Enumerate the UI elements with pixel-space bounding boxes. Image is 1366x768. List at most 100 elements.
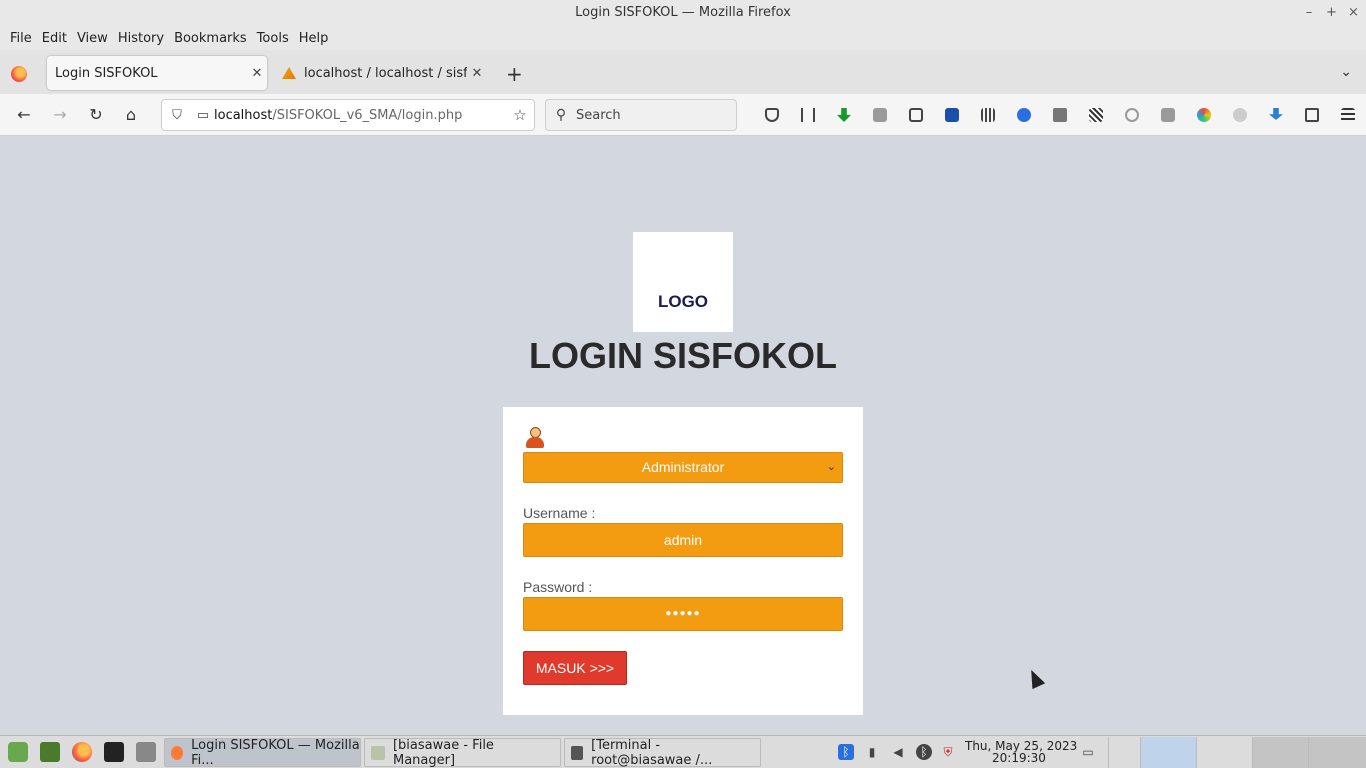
password-label: Password : [523, 579, 593, 595]
mint-menu-icon[interactable] [8, 742, 28, 762]
toggle-icon[interactable] [1222, 104, 1258, 126]
back-icon[interactable]: ← [13, 104, 35, 126]
network-signal-icon[interactable]: ▮ [864, 744, 880, 760]
password-field[interactable]: ●●●●● [523, 597, 843, 631]
volume-icon[interactable]: ◀ [890, 744, 906, 760]
fence-icon[interactable] [970, 104, 1006, 126]
new-tab-icon[interactable]: + [506, 62, 523, 86]
task-label: [Terminal - root@biasawae /... [591, 737, 713, 768]
minimize-icon[interactable]: – [1304, 0, 1314, 26]
zoom-z-icon[interactable] [1006, 104, 1042, 126]
extension-gray-icon[interactable] [862, 104, 898, 126]
url-bar[interactable]: ⛉ ▭ localhost/SISFOKOL_v6_SMA/login.php … [161, 99, 535, 131]
menubar: File Edit View History Bookmarks Tools H… [0, 26, 1366, 50]
downloads-icon[interactable] [1258, 104, 1294, 126]
menu-file[interactable]: File [5, 31, 37, 46]
task-label: Login SISFOKOL — Mozilla Fi... [191, 737, 360, 768]
chevron-down-icon: ⌄ [826, 461, 836, 473]
close-icon[interactable]: × [1348, 0, 1359, 26]
menu-edit[interactable]: Edit [37, 31, 72, 46]
library-icon[interactable] [790, 104, 826, 126]
taskbar: Login SISFOKOL — Mozilla Fi... [biasawae… [0, 735, 1366, 768]
page-content: LOGO LOGIN SISFOKOL Administrator ⌄ User… [0, 137, 1366, 735]
qr-code-icon[interactable] [1078, 104, 1114, 126]
window-titlebar: Login SISFOKOL — Mozilla Firefox – + × [0, 0, 1366, 26]
search-icon: ⚲ [555, 107, 567, 123]
colorful-extension-icon[interactable] [1186, 104, 1222, 126]
workspace-4[interactable] [1308, 737, 1366, 768]
forward-icon[interactable]: → [49, 104, 71, 126]
tab-label: Login SISFOKOL [55, 65, 158, 81]
menu-help[interactable]: Help [294, 31, 334, 46]
shield-icon[interactable]: ⛉ [162, 108, 192, 123]
logo-text: LOGO [657, 292, 709, 311]
url-host: localhost [214, 107, 273, 123]
home-icon[interactable]: ⌂ [120, 104, 142, 126]
file-manager-launcher-icon[interactable] [136, 742, 156, 762]
window-title: Login SISFOKOL — Mozilla Firefox [575, 5, 791, 20]
reader-icon[interactable] [898, 104, 934, 126]
firefox-launcher-icon[interactable] [72, 742, 92, 762]
url-text[interactable]: localhost/SISFOKOL_v6_SMA/login.php [214, 108, 506, 123]
extension-menu-icon[interactable] [1150, 104, 1186, 126]
task-firefox[interactable]: Login SISFOKOL — Mozilla Fi... [164, 737, 361, 768]
user-icon [525, 427, 545, 449]
login-form: Administrator ⌄ Username : admin Passwor… [503, 407, 863, 715]
mouse-cursor-icon [1024, 666, 1046, 690]
firefox-icon [171, 745, 184, 760]
username-field[interactable]: admin [523, 523, 843, 557]
maximize-icon[interactable]: + [1326, 0, 1337, 26]
terminal-launcher-icon[interactable] [104, 742, 124, 762]
bluetooth-icon[interactable]: ᛒ [838, 744, 854, 760]
task-terminal[interactable]: [Terminal - root@biasawae /... [564, 737, 761, 768]
reload-icon[interactable]: ↻ [85, 104, 107, 126]
search-input[interactable] [576, 107, 726, 123]
tray-disabled-icon[interactable] [1108, 737, 1140, 768]
window-controls: – + × [1304, 0, 1359, 26]
page-info-icon[interactable]: ▭ [192, 108, 214, 123]
menu-tools[interactable]: Tools [252, 31, 294, 46]
page-title: LOGIN SISFOKOL [528, 335, 837, 376]
menu-history[interactable]: History [113, 31, 169, 46]
extensions-puzzle-icon[interactable] [1294, 104, 1330, 126]
menu-bookmarks[interactable]: Bookmarks [169, 31, 252, 46]
menu-view[interactable]: View [72, 31, 113, 46]
tab-close-icon[interactable]: ✕ [247, 66, 267, 81]
url-path: /SISFOKOL_v6_SMA/login.php [272, 107, 463, 123]
phpmyadmin-icon [282, 67, 296, 79]
workspace-settings-icon[interactable] [1196, 737, 1252, 768]
username-label: Username : [523, 505, 596, 521]
logo: LOGO [633, 232, 733, 332]
toolbar-extensions [754, 104, 1366, 126]
pocket-icon[interactable] [754, 104, 790, 126]
bookmark-star-icon[interactable]: ☆ [506, 106, 534, 124]
download-blue-icon[interactable] [934, 104, 970, 126]
workspace-3[interactable] [1252, 737, 1308, 768]
clock[interactable]: Thu, May 25, 2023 20:19:30 [965, 740, 1077, 764]
show-desktop-icon[interactable] [40, 742, 60, 762]
security-alert-icon[interactable]: ⛨ [940, 744, 956, 760]
globe-icon[interactable] [1114, 104, 1150, 126]
task-file-manager[interactable]: [biasawae - File Manager] [364, 738, 561, 768]
lock-icon[interactable] [1042, 104, 1078, 126]
tab-login[interactable]: Login SISFOKOL ✕ [47, 56, 267, 90]
battery-icon[interactable]: ▭ [1080, 744, 1096, 760]
submit-button[interactable]: MASUK >>> [523, 651, 627, 685]
tab-close-icon[interactable]: ✕ [467, 66, 487, 81]
role-select[interactable]: Administrator ⌄ [523, 452, 843, 483]
bluetooth-status-icon[interactable]: ᛒ [916, 744, 932, 760]
role-select-value: Administrator [641, 459, 725, 475]
tab-label: localhost / localhost / sisfokol [304, 65, 467, 81]
file-manager-icon [371, 745, 385, 760]
firefox-icon [11, 66, 27, 82]
clock-time: 20:19:30 [992, 751, 1046, 765]
navigation-toolbar: ← → ↻ ⌂ ⛉ ▭ localhost/SISFOKOL_v6_SMA/lo… [0, 94, 1366, 136]
list-tabs-chevron-icon[interactable]: ⌄ [1340, 64, 1352, 80]
tab-bar: Login SISFOKOL ✕ localhost / localhost /… [0, 50, 1366, 94]
hamburger-menu-icon[interactable] [1330, 104, 1366, 126]
download-green-icon[interactable] [826, 104, 862, 126]
workspace-firefox[interactable] [1140, 737, 1196, 768]
terminal-icon [571, 745, 584, 760]
search-bar[interactable]: ⚲ [545, 99, 737, 131]
tab-phpmyadmin[interactable]: localhost / localhost / sisfokol ✕ [272, 56, 487, 90]
